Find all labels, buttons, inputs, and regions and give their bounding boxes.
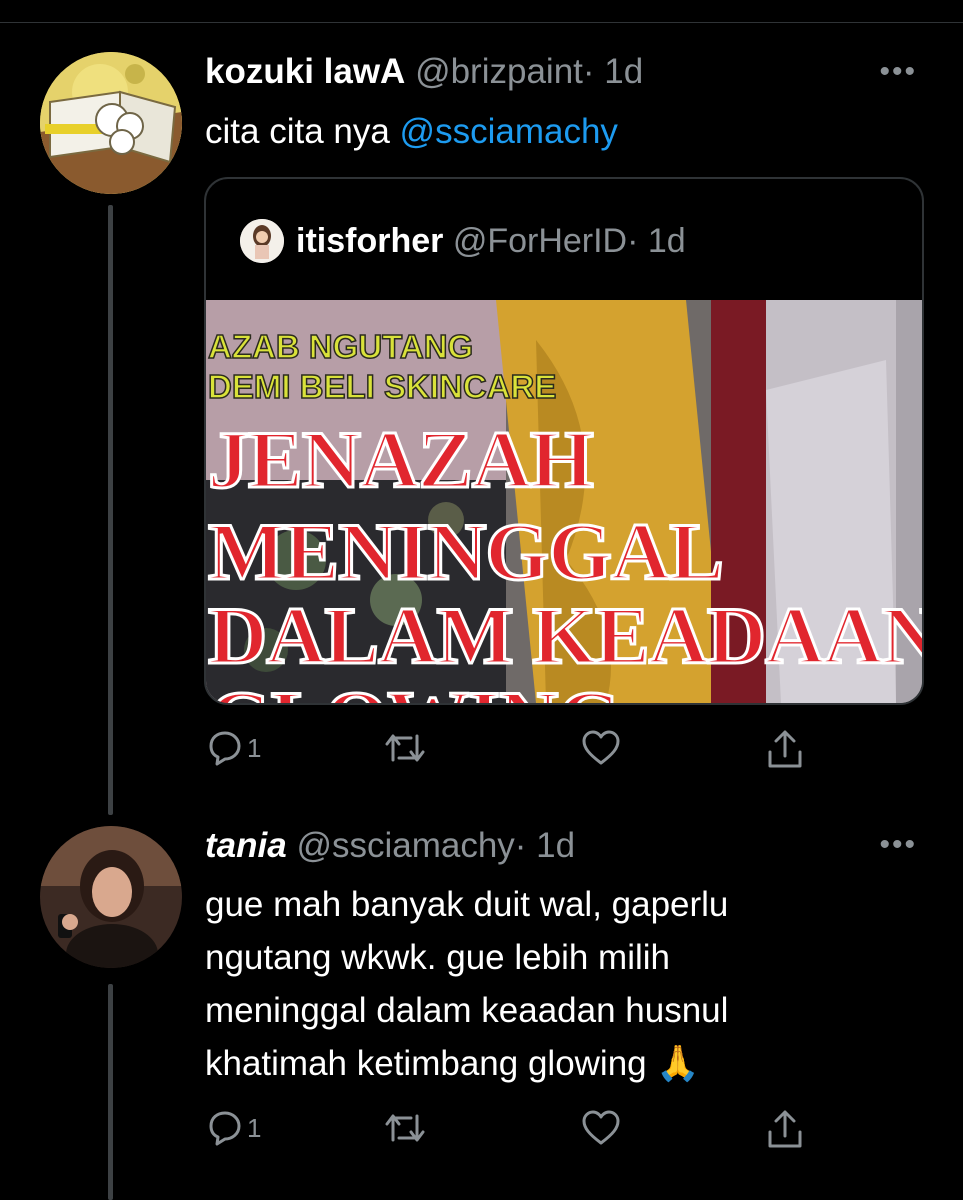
retweet-button[interactable]: [383, 1108, 427, 1148]
tweet-header: kozuki lawA @brizpaint· 1d: [205, 52, 643, 92]
user-handle[interactable]: @ssciamachy: [296, 826, 514, 865]
thread-line: [108, 984, 113, 1200]
reply-icon: [205, 1108, 245, 1148]
tweet-text: cita cita nya @ssciamachy: [205, 105, 618, 158]
tweet-actions: 1: [205, 1108, 815, 1152]
share-button[interactable]: [765, 1108, 805, 1152]
avatar[interactable]: [40, 826, 182, 968]
media-headline-line: MENINGGAL: [207, 506, 726, 597]
quoted-tweet-card[interactable]: itisforher @ForHerID · 1d AZAB NGUTANG D…: [204, 177, 924, 705]
media-caption-line: AZAB NGUTANG: [207, 328, 474, 365]
thread-line: [108, 205, 113, 815]
share-icon: [765, 1108, 805, 1152]
media-headline-line: GLOWING: [206, 676, 622, 703]
timestamp[interactable]: · 1d: [515, 826, 575, 865]
quoted-display-name: itisforher: [296, 222, 444, 260]
quoted-timestamp: · 1d: [627, 222, 686, 260]
tweet-text-line: gue mah banyak duit wal, gaperlu: [205, 885, 729, 924]
tweet-text-line: ngutang wkwk. gue lebih milih: [205, 938, 670, 977]
like-button[interactable]: [581, 1108, 621, 1148]
more-icon[interactable]: •••: [879, 830, 917, 860]
quoted-avatar[interactable]: [240, 219, 284, 263]
reply-count: 1: [247, 732, 262, 763]
tweet-text-line: khatimah ketimbang glowing 🙏: [205, 1037, 728, 1090]
like-button[interactable]: [581, 728, 621, 768]
reply-icon: [205, 728, 245, 768]
avatar[interactable]: [40, 52, 182, 194]
tweet-actions: 1: [205, 728, 815, 772]
quoted-media-image[interactable]: AZAB NGUTANG DEMI BELI SKINCARE JENAZAH …: [206, 300, 922, 703]
share-button[interactable]: [765, 728, 805, 772]
user-handle[interactable]: @brizpaint: [415, 52, 583, 91]
mention-link[interactable]: @ssciamachy: [400, 112, 618, 151]
tweet-text-body: cita cita nya: [205, 112, 400, 151]
media-headline-line: DALAM KEADAAN: [207, 590, 922, 681]
reply-button[interactable]: 1: [205, 728, 261, 768]
share-icon: [765, 728, 805, 772]
like-icon: [581, 1108, 621, 1148]
retweet-button[interactable]: [383, 728, 427, 768]
display-name[interactable]: tania: [205, 826, 287, 865]
pray-emoji: 🙏: [656, 1044, 700, 1083]
tweet-text: gue mah banyak duit wal, gaperlu ngutang…: [205, 878, 728, 1090]
reply-button[interactable]: 1: [205, 1108, 261, 1148]
quoted-user-handle: @ForHerID: [452, 222, 628, 260]
tweet-header: tania @ssciamachy· 1d: [205, 826, 575, 866]
timestamp[interactable]: · 1d: [583, 52, 643, 91]
more-icon[interactable]: •••: [879, 57, 917, 87]
media-caption-line: DEMI BELI SKINCARE: [207, 368, 557, 405]
top-divider: [0, 22, 963, 23]
display-name[interactable]: kozuki lawA: [205, 52, 405, 91]
quoted-tweet-header: itisforher @ForHerID · 1d: [240, 219, 686, 263]
media-headline-line: JENAZAH: [207, 414, 596, 505]
tweet-text-line-body: khatimah ketimbang glowing: [205, 1044, 647, 1083]
like-icon: [581, 728, 621, 768]
reply-count: 1: [247, 1112, 262, 1143]
retweet-icon: [383, 1108, 427, 1148]
tweet-text-line: meninggal dalam keaadan husnul: [205, 991, 729, 1030]
retweet-icon: [383, 728, 427, 768]
